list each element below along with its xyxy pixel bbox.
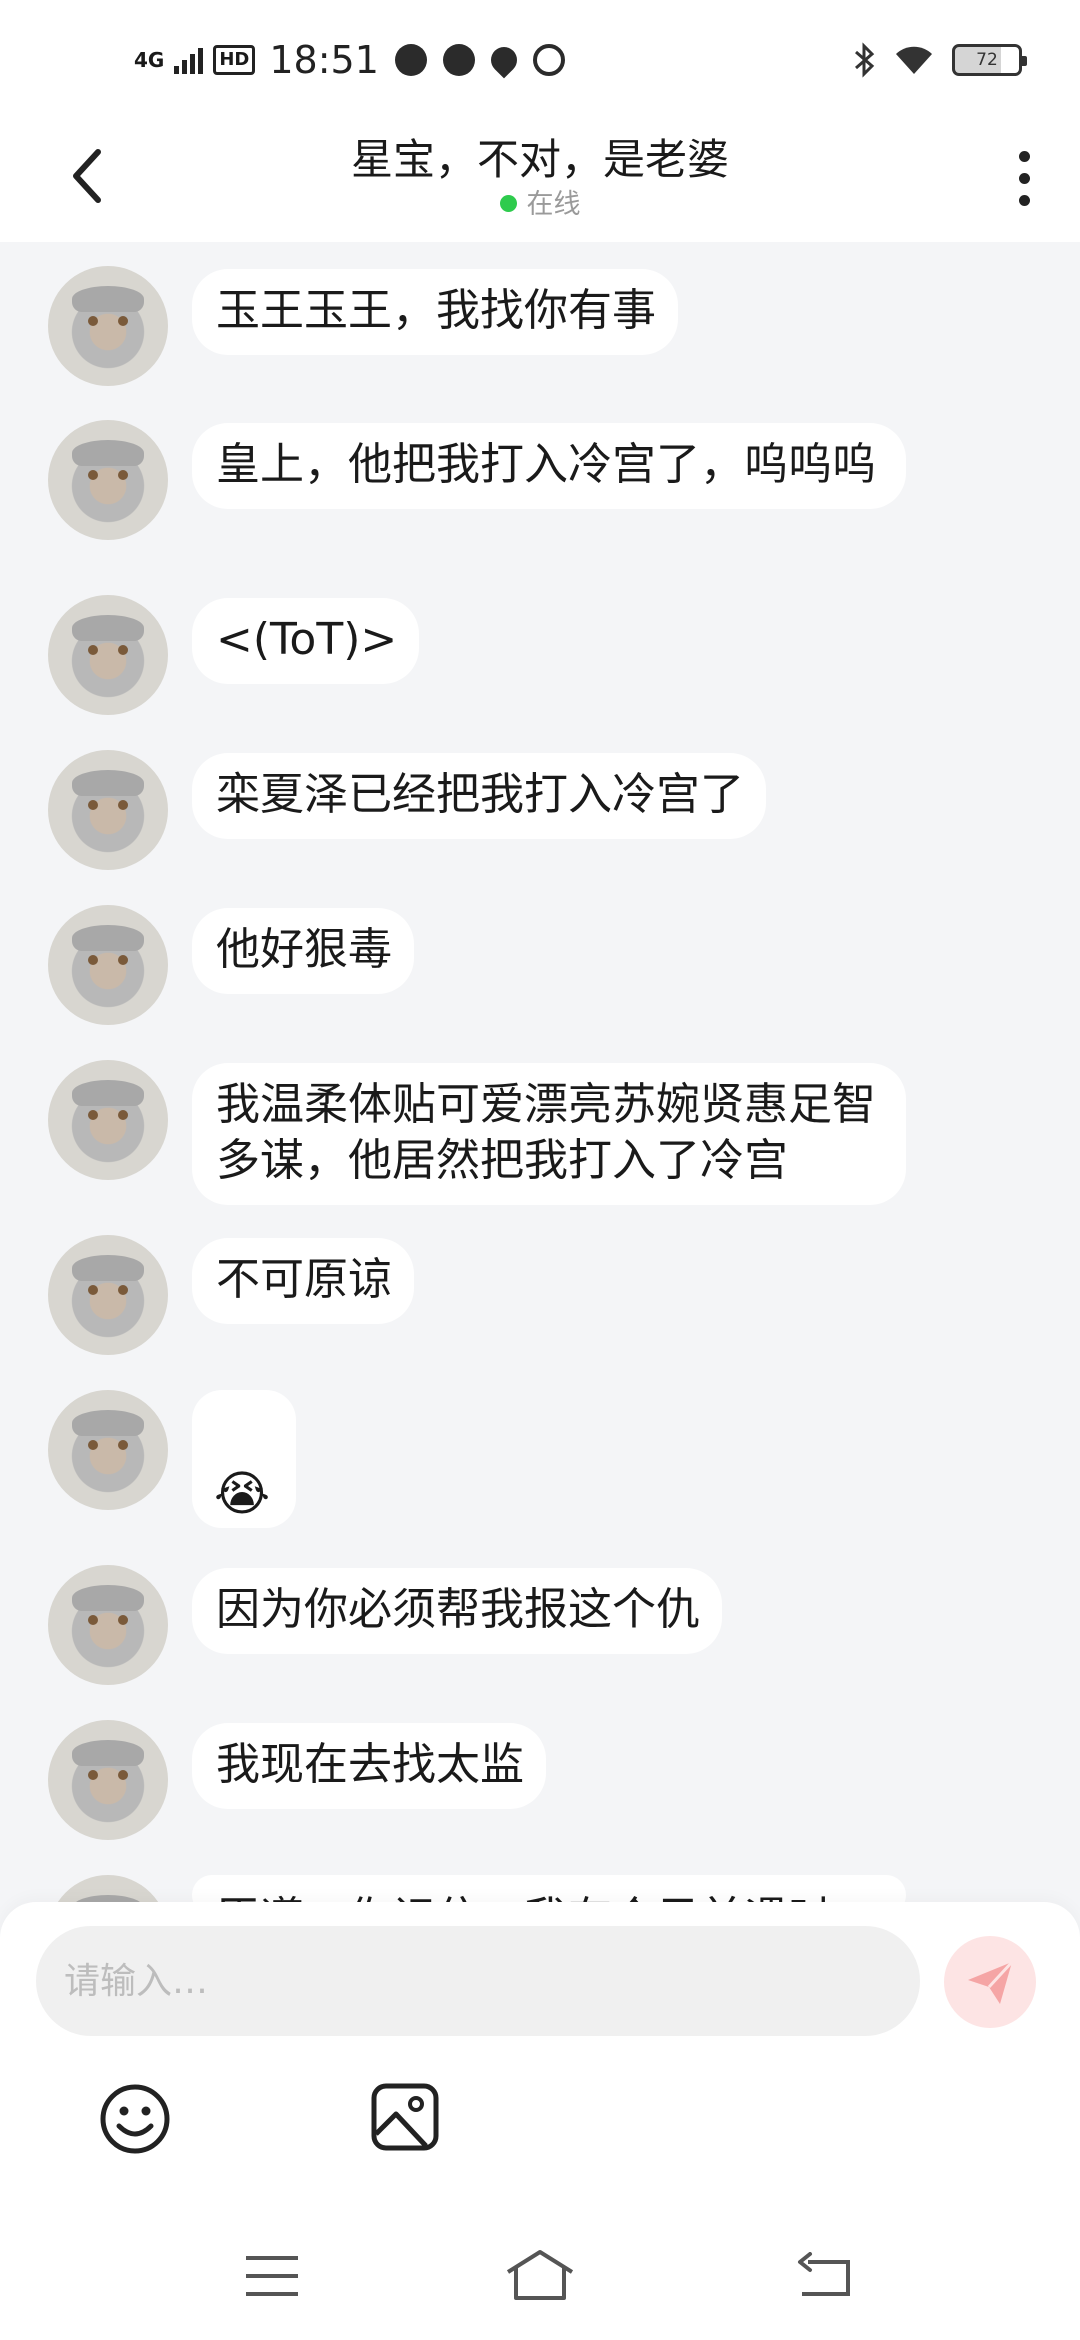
message-input[interactable] <box>36 1926 920 2036</box>
online-status: 在线 <box>0 182 1080 221</box>
app-notification-icon <box>394 44 427 76</box>
message-bubble[interactable]: 不可原谅 <box>192 1238 414 1324</box>
online-dot-icon <box>499 195 517 212</box>
avatar[interactable] <box>48 266 168 386</box>
network-type: 4G <box>134 48 165 72</box>
menu-icon <box>246 2256 298 2296</box>
message-bubble[interactable]: 栾夏泽已经把我打入冷宫了 <box>192 753 766 839</box>
avatar[interactable] <box>48 595 168 715</box>
bluetooth-icon <box>855 42 875 78</box>
message-bubble[interactable]: 我现在去找太监 <box>192 1723 546 1809</box>
back-icon <box>798 2252 850 2296</box>
avatar[interactable] <box>48 750 168 870</box>
avatar[interactable] <box>48 905 168 1025</box>
signal-icon <box>174 46 204 74</box>
location-notification-icon <box>485 41 523 79</box>
message-item: 因为你必须帮我报这个仇 <box>48 1565 1048 1685</box>
message-bubble[interactable]: <(ToT)> <box>192 598 420 684</box>
message-bubble[interactable]: 皇上，他把我打入冷宫了，呜呜呜 <box>192 423 906 509</box>
message-item: 我现在去找太监 <box>48 1720 1048 1840</box>
nav-home-button[interactable] <box>504 2246 576 2302</box>
message-item: 栾夏泽已经把我打入冷宫了 <box>48 750 1048 870</box>
chat-title: 星宝，不对，是老婆 <box>350 135 729 184</box>
emoji-button[interactable] <box>98 2082 172 2156</box>
message-list[interactable]: 玉王玉王，我找你有事 皇上，他把我打入冷宫了，呜呜呜 <(ToT)> 栾夏泽已经… <box>0 242 1080 1902</box>
home-icon <box>506 2250 574 2300</box>
crying-emoji: 😭 <box>214 1466 271 1522</box>
avatar[interactable] <box>48 1390 168 1510</box>
clock: 18:51 <box>269 38 379 82</box>
nav-back-button[interactable] <box>796 2252 852 2298</box>
message-item: 臣遵，你记住，我有个目前遇时 <box>48 1875 1048 1902</box>
smiley-icon <box>100 2084 170 2154</box>
message-bubble[interactable]: 玉王玉王，我找你有事 <box>192 269 678 355</box>
message-item: 我温柔体贴可爱漂亮苏婉贤惠足智多谋，他居然把我打入了冷宫 <box>48 1060 1048 1205</box>
avatar[interactable] <box>48 1060 168 1180</box>
message-item: <(ToT)> <box>48 595 1048 715</box>
more-options-button[interactable] <box>994 138 1054 218</box>
battery-level: 72 <box>976 50 998 70</box>
status-right: 72 <box>854 36 1027 84</box>
wechat-notification-icon <box>442 44 475 76</box>
message-bubble[interactable]: 因为你必须帮我报这个仇 <box>192 1568 722 1654</box>
status-bar: 4G HD 18:51 72 <box>0 0 1080 120</box>
avatar[interactable] <box>48 420 168 540</box>
sync-notification-icon <box>532 44 565 76</box>
message-bubble[interactable]: 他好狠毒 <box>192 908 414 994</box>
message-bubble[interactable]: 臣遵，你记住，我有个目前遇时 <box>192 1875 906 1902</box>
status-left: 4G HD 18:51 <box>134 34 565 86</box>
image-button[interactable] <box>370 2082 440 2152</box>
image-icon <box>371 2083 439 2151</box>
message-item: 他好狠毒 <box>48 905 1048 1025</box>
message-bubble[interactable]: 我温柔体贴可爱漂亮苏婉贤惠足智多谋，他居然把我打入了冷宫 <box>192 1063 906 1205</box>
chat-header: 星宝，不对，是老婆 在线 <box>0 120 1080 242</box>
send-icon <box>968 1960 1014 2004</box>
wifi-icon <box>896 46 932 74</box>
avatar[interactable] <box>48 1720 168 1840</box>
nav-menu-button[interactable] <box>244 2254 300 2298</box>
message-item: 😭 <box>48 1390 1048 1528</box>
avatar[interactable] <box>48 1875 168 1902</box>
message-item: 不可原谅 <box>48 1235 1048 1355</box>
message-item: 皇上，他把我打入冷宫了，呜呜呜 <box>48 420 1048 540</box>
send-button[interactable] <box>944 1936 1036 2028</box>
more-vertical-icon <box>1018 150 1030 162</box>
online-status-label: 在线 <box>526 189 581 220</box>
avatar[interactable] <box>48 1235 168 1355</box>
avatar[interactable] <box>48 1565 168 1685</box>
message-item: 玉王玉王，我找你有事 <box>48 266 1048 386</box>
battery-icon: 72 <box>952 44 1027 76</box>
emoji-bubble[interactable]: 😭 <box>192 1390 296 1528</box>
hd-icon: HD <box>213 45 256 75</box>
